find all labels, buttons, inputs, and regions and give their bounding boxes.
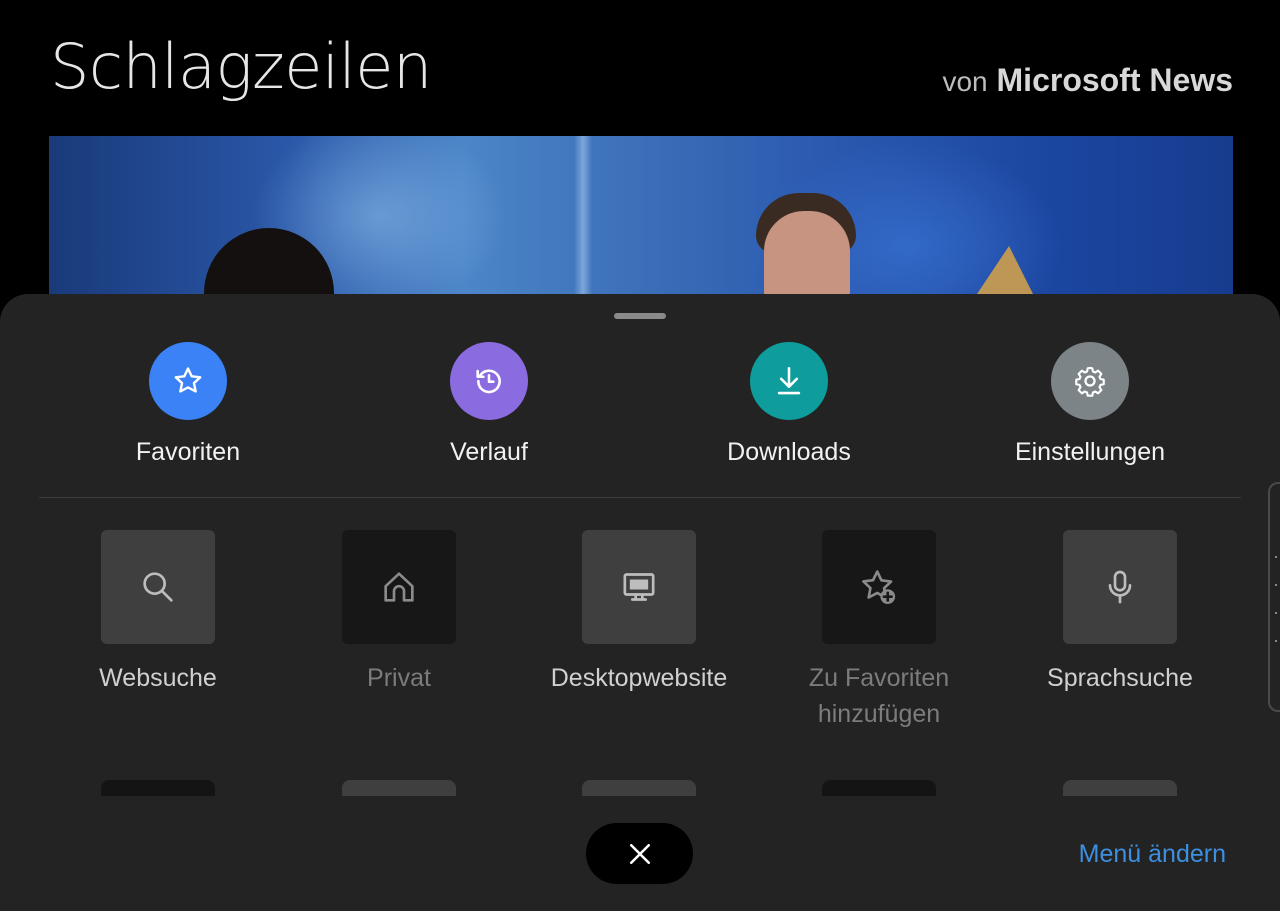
- menu-item-add-favorite[interactable]: Zu Favoriten hinzufügen: [759, 530, 999, 740]
- menu-item-desktopwebsite[interactable]: Desktopwebsite: [519, 530, 759, 740]
- downloads-circle: [750, 342, 828, 420]
- scroll-dot: [1275, 584, 1277, 586]
- star-add-icon: [862, 570, 896, 604]
- websuche-label: Websuche: [99, 664, 217, 692]
- scroll-dot: [1275, 556, 1277, 558]
- search-icon: [143, 572, 173, 602]
- desktopwebsite-tile: [582, 530, 696, 644]
- hero-image[interactable]: [49, 136, 1233, 306]
- gear-icon: [1075, 366, 1105, 397]
- menu-item-websuche[interactable]: Websuche: [38, 530, 278, 740]
- star-icon: [174, 367, 202, 393]
- hero-stage-light: [574, 136, 592, 306]
- next-row-tile[interactable]: [582, 780, 696, 796]
- source-name: Microsoft News: [996, 62, 1233, 98]
- desktop-icon: [623, 573, 655, 601]
- quick-action-favorites[interactable]: Favoriten: [68, 342, 308, 472]
- add-favorite-tile: [822, 530, 936, 644]
- next-row-tile[interactable]: [342, 780, 456, 796]
- favorites-label: Favoriten: [135, 438, 241, 466]
- next-row-tile[interactable]: [101, 780, 215, 796]
- privat-tile: [342, 530, 456, 644]
- download-icon: [777, 366, 801, 395]
- history-icon: [476, 369, 501, 394]
- menu-divider: [39, 497, 1241, 498]
- microphone-icon: [1108, 570, 1132, 604]
- page-header: Schlagzeilen von Microsoft News: [0, 0, 1280, 136]
- drag-handle[interactable]: [614, 313, 666, 319]
- edit-menu-link[interactable]: Menü ändern: [1079, 840, 1226, 869]
- favorites-circle: [149, 342, 227, 420]
- quick-action-settings[interactable]: Einstellungen: [970, 342, 1210, 472]
- history-circle: [450, 342, 528, 420]
- page-source: von Microsoft News: [942, 62, 1233, 99]
- next-row-tile[interactable]: [1063, 780, 1177, 796]
- add-favorite-label: Zu Favoriten hinzufügen: [808, 664, 950, 728]
- source-prefix: von: [942, 66, 988, 97]
- menu-item-sprachsuche[interactable]: Sprachsuche: [1000, 530, 1240, 740]
- settings-circle: [1051, 342, 1129, 420]
- menu-sheet: Favoriten Verlauf Downloads Einstellunge…: [0, 294, 1280, 911]
- websuche-tile: [101, 530, 215, 644]
- scroll-indicator[interactable]: [1268, 482, 1280, 712]
- close-button[interactable]: [586, 823, 693, 884]
- home-icon: [384, 572, 414, 602]
- menu-item-privat[interactable]: Privat: [279, 530, 519, 740]
- quick-action-history[interactable]: Verlauf: [369, 342, 609, 472]
- quick-action-downloads[interactable]: Downloads: [669, 342, 909, 472]
- next-row-tile[interactable]: [822, 780, 936, 796]
- hero-person-right: [764, 211, 850, 306]
- history-label: Verlauf: [450, 438, 528, 466]
- page-title: Schlagzeilen: [50, 30, 432, 103]
- scroll-dot: [1275, 640, 1277, 642]
- settings-label: Einstellungen: [1014, 438, 1166, 466]
- sprachsuche-tile: [1063, 530, 1177, 644]
- privat-label: Privat: [367, 664, 431, 692]
- close-icon: [629, 843, 650, 864]
- scroll-dot: [1275, 612, 1277, 614]
- sprachsuche-label: Sprachsuche: [1047, 664, 1193, 692]
- desktopwebsite-label: Desktopwebsite: [550, 664, 728, 692]
- downloads-label: Downloads: [727, 438, 851, 466]
